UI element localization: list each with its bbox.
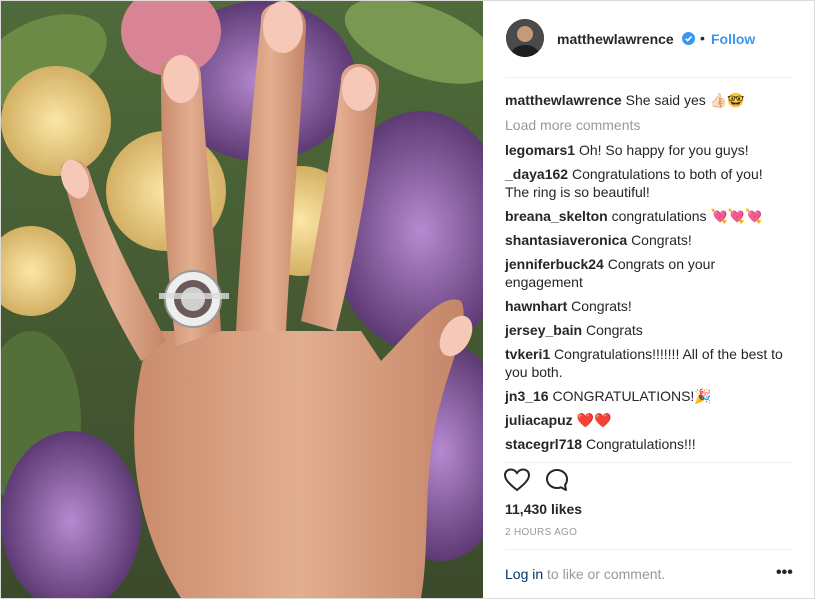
load-more-comments-button[interactable]: Load more comments xyxy=(505,116,790,134)
post-sidebar: matthewlawrence • Follow matthewlawrence… xyxy=(483,1,814,598)
comment: stacegrl718 Congratulations!!! xyxy=(505,435,790,453)
comment-username[interactable]: hawnhart xyxy=(505,298,567,314)
likes-count[interactable]: 11,430 likes xyxy=(505,501,582,517)
comment-text: Oh! So happy for you guys! xyxy=(578,142,749,158)
comment-text: Congrats xyxy=(585,322,643,338)
caption: matthewlawrence She said yes 👍🏻🤓 xyxy=(505,91,790,109)
comment: breana_skelton congratulations 💘💘💘 xyxy=(505,207,790,225)
username-link[interactable]: matthewlawrence xyxy=(557,31,674,47)
comment-username[interactable]: jersey_bain xyxy=(505,322,582,338)
caption-username[interactable]: matthewlawrence xyxy=(505,92,622,108)
comment-icon[interactable] xyxy=(545,468,569,492)
comment: jn3_16 CONGRATULATIONS!🎉 xyxy=(505,387,790,405)
comment: tvkeri1 Congratulations!!!!!!! All of th… xyxy=(505,345,790,381)
more-options-icon[interactable]: ••• xyxy=(776,564,793,582)
comment-username[interactable]: legomars1 xyxy=(505,142,575,158)
footer-divider xyxy=(505,549,793,550)
comment-text: congratulations 💘💘💘 xyxy=(611,208,763,224)
comment-username[interactable]: stacegrl718 xyxy=(505,436,582,452)
comment: jenniferbuck24 Congrats on your engageme… xyxy=(505,255,790,291)
comment: hawnhart Congrats! xyxy=(505,297,790,315)
comment-username[interactable]: _daya162 xyxy=(505,166,568,182)
comment: jersey_bain Congrats xyxy=(505,321,790,339)
avatar-image xyxy=(506,19,544,57)
comment: shantasiaveronica Congrats! xyxy=(505,231,790,249)
follow-button[interactable]: Follow xyxy=(711,31,755,47)
comment-username[interactable]: shantasiaveronica xyxy=(505,232,627,248)
login-prompt-text: to like or comment. xyxy=(543,566,666,582)
comment-text: Congratulations!!! xyxy=(585,436,696,452)
comment: legomars1 Oh! So happy for you guys! xyxy=(505,141,790,159)
login-prompt: Log in to like or comment. xyxy=(505,566,665,582)
instagram-post: matthewlawrence • Follow matthewlawrence… xyxy=(0,0,815,599)
comment-username[interactable]: jn3_16 xyxy=(505,388,549,404)
actions-divider xyxy=(505,462,793,463)
comment: _daya162 Congratulations to both of you!… xyxy=(505,165,790,201)
comment: juliacapuz ❤️❤️ xyxy=(505,411,790,429)
login-link[interactable]: Log in xyxy=(505,566,543,582)
comment-text: ❤️❤️ xyxy=(576,412,612,428)
heart-icon[interactable] xyxy=(504,468,530,492)
comment-username[interactable]: juliacapuz xyxy=(505,412,573,428)
post-header: matthewlawrence • Follow xyxy=(483,1,814,77)
post-photo[interactable] xyxy=(1,1,483,598)
comments-list: matthewlawrence She said yes 👍🏻🤓 Load mo… xyxy=(505,91,790,459)
caption-text: She said yes 👍🏻🤓 xyxy=(625,92,745,108)
post-timestamp[interactable]: 2 HOURS AGO xyxy=(505,527,577,538)
ring-hand-photo xyxy=(1,1,483,598)
header-divider xyxy=(505,77,793,78)
comment-text: Congrats! xyxy=(571,298,632,314)
separator-dot: • xyxy=(700,30,705,46)
comment-text: Congrats! xyxy=(631,232,692,248)
comment-text: CONGRATULATIONS!🎉 xyxy=(552,388,712,404)
comment-username[interactable]: tvkeri1 xyxy=(505,346,550,362)
comment-username[interactable]: breana_skelton xyxy=(505,208,608,224)
comment-username[interactable]: jenniferbuck24 xyxy=(505,256,604,272)
verified-badge-icon xyxy=(682,32,695,45)
avatar[interactable] xyxy=(506,19,544,57)
